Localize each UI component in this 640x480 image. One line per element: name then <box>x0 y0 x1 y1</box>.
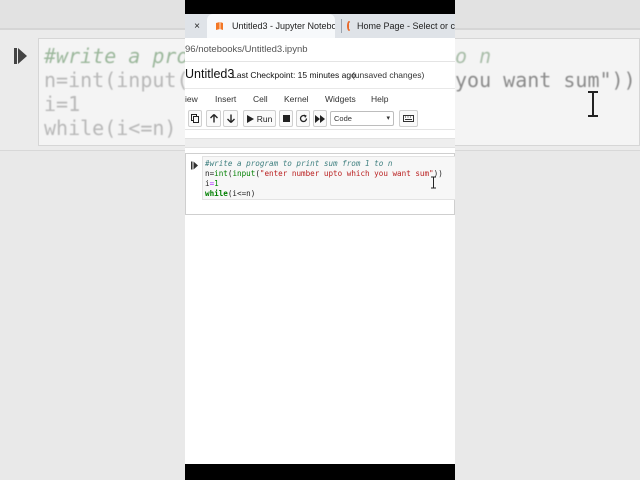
move-up-button[interactable] <box>206 110 221 127</box>
background-code-line4: while(i<=n) <box>44 116 177 140</box>
stop-icon <box>282 115 290 122</box>
code-line-init: i=1 <box>205 179 219 188</box>
arrow-up-icon <box>209 114 218 123</box>
text-cursor-icon <box>430 176 437 192</box>
address-bar[interactable]: 96/notebooks/Untitled3.ipynb <box>185 38 455 62</box>
background-right-code: you want sum")) <box>455 68 636 92</box>
copy-button[interactable] <box>188 110 202 127</box>
cell-type-value: Code <box>334 114 352 123</box>
tab-separator <box>341 19 342 33</box>
tab-jupyter-notebook[interactable]: Untitled3 - Jupyter Notebook <box>207 14 335 38</box>
code-token-string: "enter number upto which you want sum" <box>259 169 434 178</box>
code-cell[interactable]: #write a program to print sum from 1 to … <box>185 153 455 215</box>
menu-cell[interactable]: Cell <box>253 94 268 104</box>
background-text-cursor-icon <box>586 90 600 125</box>
command-palette-button[interactable] <box>399 110 418 127</box>
jupyter-book-icon <box>215 21 224 31</box>
code-token-assign: n= <box>205 169 215 178</box>
background-run-cell-icon <box>14 46 28 70</box>
notebook-title[interactable]: Untitled3 <box>185 67 234 81</box>
code-line-while: while(i<=n) <box>205 189 255 198</box>
arrow-down-icon <box>226 114 235 123</box>
code-token-number: 1 <box>214 179 219 188</box>
tab-close-button[interactable]: × <box>190 14 204 38</box>
notebook-menubar: iew Insert Cell Kernel Widgets Help <box>185 88 455 108</box>
cell-type-select[interactable]: Code ▾ <box>330 111 394 126</box>
code-token-int: int <box>214 169 228 178</box>
code-editor[interactable]: #write a program to print sum from 1 to … <box>202 156 455 200</box>
run-label: Run <box>256 113 273 124</box>
top-bezel <box>185 0 455 14</box>
background-code-comment: #write a prog <box>44 44 201 68</box>
copy-icon <box>191 114 199 123</box>
save-status: (unsaved changes) <box>352 70 425 80</box>
menu-kernel[interactable]: Kernel <box>284 94 309 104</box>
tab-jupyter-label: Untitled3 - Jupyter Notebook <box>232 21 335 31</box>
code-token-condition: (i<=n) <box>227 189 256 198</box>
run-cell-icon[interactable] <box>191 157 201 170</box>
address-bar-url: 96/notebooks/Untitled3.ipynb <box>185 44 308 55</box>
code-line-input: n=int(input("enter number upto which you… <box>205 169 443 178</box>
play-icon <box>246 114 254 123</box>
loading-spinner-icon <box>347 21 351 31</box>
tab-home-label: Home Page - Select or cr <box>357 21 455 31</box>
notebook-page-separator <box>185 138 455 148</box>
menu-widgets[interactable]: Widgets <box>325 94 356 104</box>
notebook-toolbar: Run Code ▾ <box>185 108 455 130</box>
code-comment-line: #write a program to print sum from 1 to … <box>205 159 393 168</box>
run-button[interactable]: Run <box>243 110 276 127</box>
last-checkpoint: Last Checkpoint: 15 minutes ago <box>232 70 356 80</box>
fast-forward-icon <box>315 114 325 123</box>
tab-bar: × Untitled3 - Jupyter Notebook Home Page… <box>185 14 455 38</box>
menu-view[interactable]: iew <box>185 94 198 104</box>
restart-icon <box>299 114 307 123</box>
move-down-button[interactable] <box>223 110 238 127</box>
chevron-down-icon: ▾ <box>386 115 390 122</box>
notebook-empty-area <box>185 215 455 464</box>
background-code-line2: n=int(input(" <box>44 68 201 92</box>
interrupt-button[interactable] <box>279 110 293 127</box>
background-right-comment: o n <box>455 44 492 68</box>
restart-run-all-button[interactable] <box>313 110 327 127</box>
menu-insert[interactable]: Insert <box>215 94 236 104</box>
code-token-input: input <box>232 169 256 178</box>
notebook-header: Untitled3 Last Checkpoint: 15 minutes ag… <box>185 62 455 88</box>
browser-screen: × Untitled3 - Jupyter Notebook Home Page… <box>185 0 455 480</box>
keyboard-icon <box>403 115 414 122</box>
code-token-while: while <box>205 189 228 198</box>
tab-home-page[interactable]: Home Page - Select or cr <box>347 14 455 38</box>
bottom-bezel <box>185 464 455 480</box>
restart-button[interactable] <box>296 110 310 127</box>
background-code-line3: i=1 <box>44 92 81 116</box>
menu-help[interactable]: Help <box>371 94 388 104</box>
